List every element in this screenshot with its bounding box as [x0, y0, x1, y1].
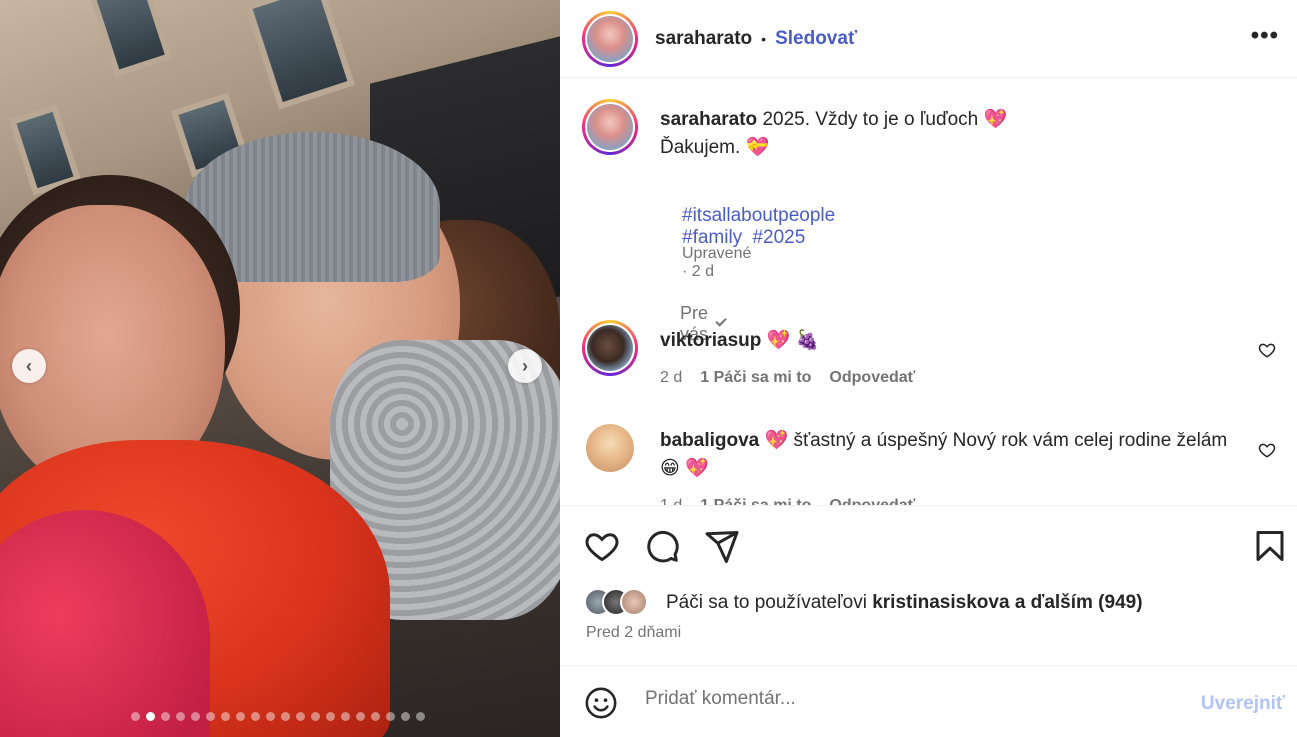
likes-summary: Páči sa to používateľovi kristinasiskova… — [666, 592, 1143, 614]
hashtag-link[interactable]: #2025 — [752, 227, 805, 248]
heart-emoji-icon: 💖 — [983, 109, 1008, 130]
carousel-dot — [176, 712, 185, 721]
post-time-ago: Pred 2 dňami — [586, 624, 682, 641]
caption-body: 2025. Vždy to je o ľuďoch — [762, 109, 979, 130]
carousel-indicator — [131, 712, 425, 721]
post-caption: saraharato 2025. Vždy to je o ľuďoch 💖 Ď… — [582, 99, 1007, 344]
comment-avatar[interactable] — [582, 320, 638, 376]
caption-avatar-image — [587, 104, 633, 150]
comment-body: viktoriasup 💖 🍇 — [660, 327, 1240, 355]
carousel-dot — [416, 712, 425, 721]
follow-button[interactable]: Sledovať — [775, 28, 857, 50]
caption-username[interactable]: saraharato — [660, 109, 757, 130]
share-icon[interactable] — [704, 528, 740, 564]
likes-others[interactable]: a ďalším (949) — [1015, 592, 1143, 613]
caption-avatar[interactable] — [582, 99, 638, 155]
grapes-emoji-icon: 🍇 — [795, 330, 820, 351]
comment-body: babaligova 💖 šťastný a úspešný Nový rok … — [660, 427, 1240, 483]
caption-text: saraharato 2025. Vždy to je o ľuďoch 💖 Ď… — [660, 106, 1220, 162]
post-media[interactable]: ‹ › — [0, 0, 560, 737]
comment-avatar[interactable] — [582, 420, 638, 476]
more-options-icon[interactable]: ••• — [1251, 22, 1279, 50]
post-details-panel: saraharato • Sledovať ••• saraharato 202… — [560, 0, 1297, 737]
heart-icon[interactable] — [584, 528, 620, 564]
liker-avatar — [620, 588, 648, 616]
post-comment-button[interactable]: Uverejniť — [1201, 693, 1285, 715]
liker-username[interactable]: kristinasiskova — [872, 592, 1009, 613]
carousel-dot — [266, 712, 275, 721]
heart-emoji-icon: 💖 — [766, 330, 796, 351]
caption-hashtags: #itsallaboutpeople #family #2025 — [682, 205, 840, 249]
chevron-left-icon: ‹ — [26, 355, 32, 376]
carousel-dot — [341, 712, 350, 721]
comment-like-count[interactable]: 1 Páči sa mi to — [700, 497, 811, 505]
carousel-dot — [131, 712, 140, 721]
comment-time: 2 d — [660, 369, 683, 386]
carousel-dot — [311, 712, 320, 721]
carousel-dot — [251, 712, 260, 721]
carousel-dot — [296, 712, 305, 721]
comment-username[interactable]: babaligova — [660, 430, 759, 451]
comment-reply-button[interactable]: Odpovedať — [829, 369, 915, 387]
smile-icon[interactable] — [584, 686, 618, 720]
carousel-dot — [326, 712, 335, 721]
caption-meta: Upravené · 2 d — [682, 245, 752, 280]
carousel-dot — [371, 712, 380, 721]
comment-input[interactable] — [645, 688, 1165, 710]
author-avatar[interactable] — [582, 10, 638, 67]
comment-meta: 1 d 1 Páči sa mi to Odpovedať — [660, 497, 915, 505]
photo-window — [244, 0, 356, 110]
post-actions: Páči sa to používateľovi kristinasiskova… — [560, 505, 1297, 665]
heart-emoji-icon: 💖 — [685, 458, 709, 479]
chevron-down-icon — [715, 315, 727, 327]
previous-slide-button[interactable]: ‹ — [12, 349, 46, 383]
carousel-dot — [386, 712, 395, 721]
bookmark-icon[interactable] — [1252, 528, 1288, 564]
carousel-dot — [161, 712, 170, 721]
caption-line-2: Ďakujem. — [660, 137, 741, 158]
comments-section[interactable]: saraharato 2025. Vždy to je o ľuďoch 💖 Ď… — [560, 79, 1297, 505]
carousel-dot — [401, 712, 410, 721]
likers-avatars — [584, 588, 648, 616]
hashtag-link[interactable]: #itsallaboutpeople — [682, 205, 835, 226]
author-avatar-image — [587, 15, 633, 62]
likes-prefix: Páči sa to používateľovi — [666, 592, 867, 613]
author-username[interactable]: saraharato — [655, 28, 752, 50]
comment-like-count[interactable]: 1 Páči sa mi to — [700, 369, 811, 387]
comment-icon[interactable] — [644, 528, 680, 564]
carousel-dot — [191, 712, 200, 721]
comment-reply-button[interactable]: Odpovedať — [829, 497, 915, 505]
comment-username[interactable]: viktoriasup — [660, 330, 761, 351]
photo-window — [87, 0, 173, 78]
chevron-right-icon: › — [522, 355, 528, 376]
comment-text: šťastný a úspešný Nový rok vám celej rod… — [793, 430, 1228, 451]
carousel-dot — [281, 712, 290, 721]
comment-meta: 2 d 1 Páči sa mi to Odpovedať — [660, 369, 915, 387]
comment-like-heart-icon[interactable] — [1258, 441, 1276, 459]
comment-like-heart-icon[interactable] — [1258, 341, 1276, 359]
post-header: saraharato • Sledovať ••• — [560, 0, 1297, 78]
comment-time: 1 d — [660, 497, 682, 505]
carousel-dot — [236, 712, 245, 721]
carousel-dot — [356, 712, 365, 721]
header-separator: • — [761, 30, 767, 47]
comment-composer: Uverejniť — [560, 665, 1297, 737]
comment-avatar-image — [586, 424, 634, 472]
next-slide-button[interactable]: › — [508, 349, 542, 383]
grin-emoji-icon: 😁 — [660, 458, 680, 479]
carousel-dot — [221, 712, 230, 721]
carousel-dot — [206, 712, 215, 721]
heart-emoji-icon: 💖 — [764, 430, 794, 451]
heart-ribbon-emoji-icon: 💝 — [745, 137, 770, 158]
comment-avatar-image — [587, 325, 633, 371]
carousel-dot — [146, 712, 155, 721]
